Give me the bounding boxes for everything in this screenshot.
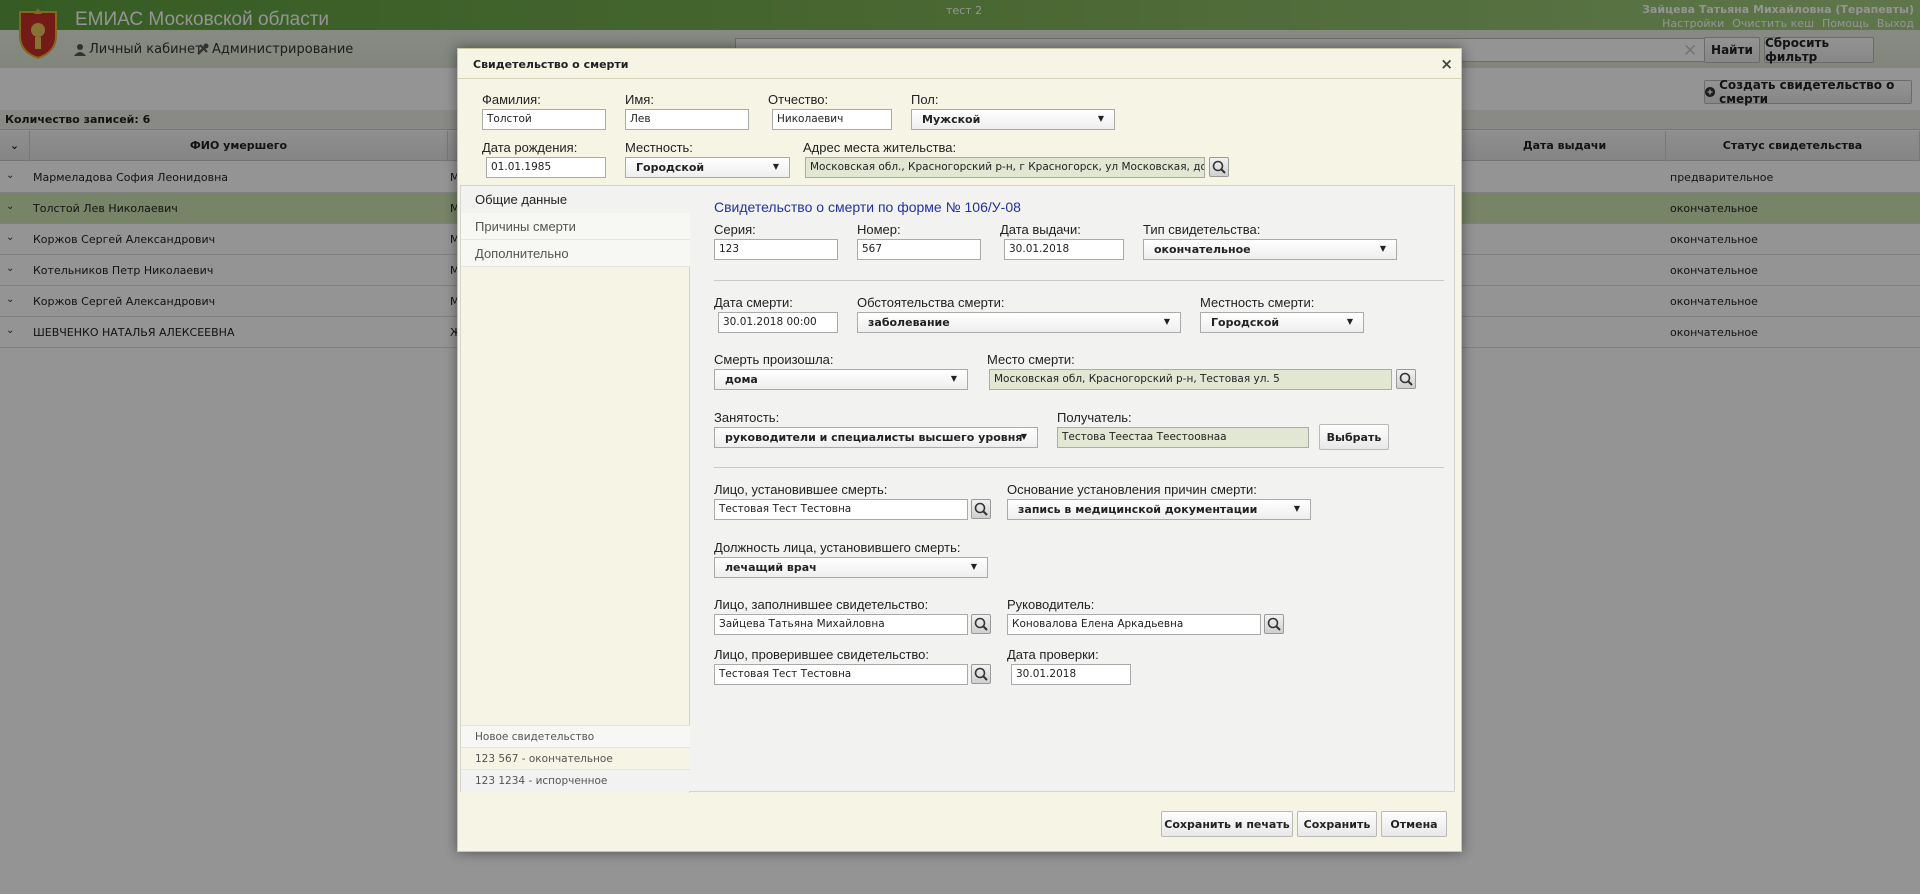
search-icon [974, 502, 988, 516]
save-and-print-button[interactable]: Сохранить и печать [1161, 811, 1293, 837]
check-date-field[interactable]: 30.01.2018 [1011, 664, 1131, 685]
locality-select[interactable]: Городской ▼ [625, 157, 790, 178]
check-date-label: Дата проверки: [1007, 647, 1099, 662]
employment-select[interactable]: руководители и специалисты высшего уровн… [714, 427, 1038, 448]
chevron-down-icon: ▼ [1346, 317, 1353, 326]
tab-causes[interactable]: Причины смерти [461, 213, 690, 240]
cert-type-select[interactable]: окончательное ▼ [1143, 239, 1397, 260]
address-label: Адрес места жительства: [803, 140, 957, 155]
filled-by-search-button[interactable] [971, 614, 991, 634]
death-occurred-label: Смерть произошла: [714, 352, 834, 367]
close-icon[interactable]: × [1440, 55, 1453, 73]
dialog-title-bar: Свидетельство о смерти × [458, 49, 1461, 79]
death-place-search-button[interactable] [1396, 369, 1416, 389]
death-date-field[interactable]: 30.01.2018 00:00 [718, 312, 838, 333]
filled-by-field[interactable]: Зайцева Татьяна Михайловна [714, 614, 968, 635]
divider [714, 467, 1444, 468]
left-navigation: Общие данные Причины смерти Дополнительн… [461, 186, 690, 793]
issue-date-field[interactable]: 30.01.2018 [1004, 239, 1124, 260]
series-field[interactable]: 123 [714, 239, 838, 260]
tab-additional[interactable]: Дополнительно [461, 240, 690, 267]
address-search-button[interactable] [1209, 157, 1229, 177]
birth-date-field[interactable]: 01.01.1985 [486, 157, 606, 178]
certificate-list-item[interactable]: 123 567 - окончательное [461, 747, 690, 769]
search-icon [1212, 160, 1226, 174]
search-icon [974, 617, 988, 631]
patronymic-field[interactable]: Николаевич [772, 109, 892, 130]
checked-by-search-button[interactable] [971, 664, 991, 684]
position-select[interactable]: лечащий врач ▼ [714, 557, 988, 578]
established-by-field[interactable]: Тестовая Тест Тестовна [714, 499, 968, 520]
filled-by-label: Лицо, заполнившее свидетельство: [714, 597, 929, 612]
choose-recipient-button[interactable]: Выбрать [1319, 424, 1389, 450]
tab-general[interactable]: Общие данные [461, 186, 690, 213]
certificate-panel: Общие данные Причины смерти Дополнительн… [460, 185, 1455, 793]
cancel-button[interactable]: Отмена [1381, 811, 1447, 837]
death-circumstances-label: Обстоятельства смерти: [857, 295, 1005, 310]
name-field[interactable]: Лев [625, 109, 749, 130]
established-by-label: Лицо, установившее смерть: [714, 482, 888, 497]
death-circumstances-select[interactable]: заболевание ▼ [857, 312, 1181, 333]
recipient-field[interactable]: Тестова Теестаа Теестоовнаа [1057, 427, 1309, 448]
established-by-search-button[interactable] [971, 499, 991, 519]
search-icon [1267, 617, 1281, 631]
number-field[interactable]: 567 [857, 239, 981, 260]
chevron-down-icon: ▼ [1293, 504, 1300, 513]
head-field[interactable]: Коновалова Елена Аркадьевна [1007, 614, 1261, 635]
dialog-title: Свидетельство о смерти [473, 58, 629, 71]
birth-date-label: Дата рождения: [482, 140, 578, 155]
death-place-label: Место смерти: [987, 352, 1075, 367]
head-search-button[interactable] [1264, 614, 1284, 634]
death-occurred-select[interactable]: дома ▼ [714, 369, 968, 390]
death-place-field[interactable]: Московская обл, Красногорский р-н, Тесто… [989, 369, 1392, 390]
address-field[interactable]: Московская обл., Красногорский р-н, г Кр… [805, 157, 1205, 178]
position-label: Должность лица, установившего смерть: [714, 540, 961, 555]
certificate-list-item[interactable]: 123 1234 - испорченное [461, 769, 690, 791]
cert-type-label: Тип свидетельства: [1143, 222, 1261, 237]
recipient-label: Получатель: [1057, 410, 1132, 425]
chevron-down-icon: ▼ [772, 162, 779, 171]
name-label: Имя: [625, 92, 654, 107]
chevron-down-icon: ▼ [970, 562, 977, 571]
checked-by-label: Лицо, проверившее свидетельство: [714, 647, 930, 662]
locality-label: Местность: [625, 140, 693, 155]
series-label: Серия: [714, 222, 756, 237]
surname-field[interactable]: Толстой [482, 109, 606, 130]
patronymic-label: Отчество: [768, 92, 829, 107]
number-label: Номер: [857, 222, 901, 237]
head-label: Руководитель: [1007, 597, 1095, 612]
issue-date-label: Дата выдачи: [1000, 222, 1081, 237]
death-date-label: Дата смерти: [714, 295, 793, 310]
chevron-down-icon: ▼ [1379, 244, 1386, 253]
basis-label: Основание установления причин смерти: [1007, 482, 1257, 497]
basis-select[interactable]: запись в медицинской документации ▼ [1007, 499, 1311, 520]
chevron-down-icon: ▼ [1163, 317, 1170, 326]
sex-select[interactable]: Мужской ▼ [911, 109, 1115, 130]
save-button[interactable]: Сохранить [1297, 811, 1377, 837]
certificate-list-item[interactable]: Новое свидетельство [461, 725, 690, 747]
search-icon [974, 667, 988, 681]
chevron-down-icon: ▼ [1020, 432, 1027, 441]
death-certificate-dialog: Свидетельство о смерти × Фамилия: Толсто… [457, 48, 1462, 852]
divider [714, 280, 1444, 281]
search-icon [1399, 372, 1413, 386]
death-locality-select[interactable]: Городской ▼ [1200, 312, 1364, 333]
employment-label: Занятость: [714, 410, 780, 425]
chevron-down-icon: ▼ [1097, 114, 1104, 123]
chevron-down-icon: ▼ [950, 374, 957, 383]
form-title: Свидетельство о смерти по форме № 106/У-… [714, 199, 1021, 215]
checked-by-field[interactable]: Тестовая Тест Тестовна [714, 664, 968, 685]
death-locality-label: Местность смерти: [1200, 295, 1315, 310]
sex-label: Пол: [911, 92, 939, 107]
surname-label: Фамилия: [482, 92, 541, 107]
